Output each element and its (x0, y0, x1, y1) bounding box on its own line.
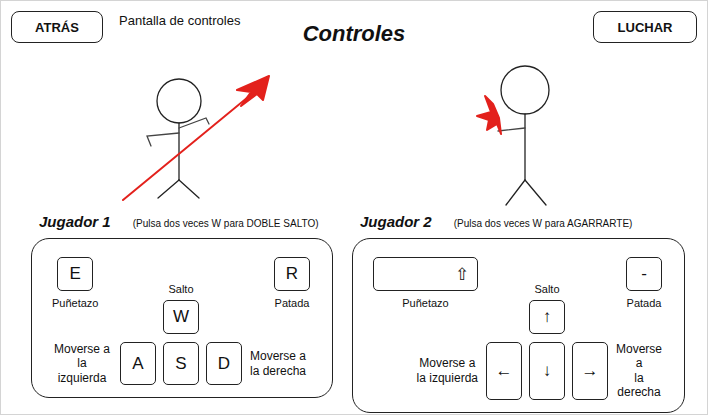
move-left-label: Moverse ala izquierda (52, 342, 112, 385)
players: Jugador 1 (Pulsa dos veces W para DOBLE S… (1, 210, 707, 413)
move-right-label: Moverse ala derecha (250, 349, 306, 378)
jump-label: Salto (534, 283, 559, 295)
punch-label: Puñetazo (402, 297, 448, 309)
move-left-label: Moverse ala izquierda (417, 356, 478, 385)
player-hint: (Pulsa dos veces W para AGARRARTE) (454, 218, 633, 229)
controls-panel: E Puñetazo Salto W R Patada Moverse ala izquie… (31, 238, 333, 398)
kick-control: R Patada (274, 257, 310, 334)
fight-button[interactable]: LUCHAR (593, 11, 697, 43)
punch-key: ⇧ (373, 257, 478, 291)
title: Controles (303, 11, 406, 47)
jump-key: ↑ (529, 300, 565, 334)
down-key: ↓ (529, 342, 565, 400)
player-heading: Jugador 1 (Pulsa dos veces W para DOBLE S… (31, 210, 333, 235)
movement-keys: ←↓→ (486, 342, 608, 400)
controls-screen: ATRÁS Pantalla de controles Controles LUCHA… (0, 0, 708, 415)
kick-label: Patada (627, 297, 662, 309)
punch-key: E (57, 257, 93, 291)
jump-control: Salto ↑ (529, 257, 565, 334)
controls-panel: ⇧ Puñetazo Salto ↑ - Patada Moverse ala izquie… (352, 238, 685, 413)
move-left-key: ← (486, 342, 522, 400)
kick-control: - Patada (626, 257, 662, 334)
kick-label: Patada (275, 297, 310, 309)
punch-control: E Puñetazo (52, 257, 98, 334)
move-left-key: A (120, 342, 156, 385)
back-button[interactable]: ATRÁS (11, 11, 103, 43)
kick-key: - (626, 257, 662, 291)
move-right-key: D (206, 342, 242, 385)
down-key: S (163, 342, 199, 385)
fist-fighter-icon (477, 66, 549, 205)
header: ATRÁS Pantalla de controles Controles LUCHA… (1, 1, 707, 50)
player-section: Jugador 1 (Pulsa dos veces W para DOBLE S… (31, 210, 333, 413)
jump-control: Salto W (163, 257, 199, 334)
player-name: Jugador 2 (360, 213, 432, 230)
player-name: Jugador 1 (39, 213, 111, 230)
player-section: Jugador 2 (Pulsa dos veces W para AGARRAR… (352, 210, 685, 413)
player-hint: (Pulsa dos veces W para DOBLE SALTO) (133, 218, 319, 229)
kick-key: R (274, 257, 310, 291)
screen-label: Pantalla de controles (119, 11, 240, 28)
spear-fighter-icon (123, 76, 269, 200)
punch-control: ⇧ Puñetazo (373, 257, 478, 334)
move-right-key: → (572, 342, 608, 400)
jump-key: W (163, 300, 199, 334)
punch-label: Puñetazo (52, 297, 98, 309)
player-heading: Jugador 2 (Pulsa dos veces W para AGARRAR… (352, 210, 685, 235)
move-right-label: Moverse ala derecha (616, 342, 662, 400)
jump-label: Salto (168, 283, 193, 295)
movement-keys: ASD (120, 342, 242, 385)
fighters-illustration (1, 50, 708, 210)
